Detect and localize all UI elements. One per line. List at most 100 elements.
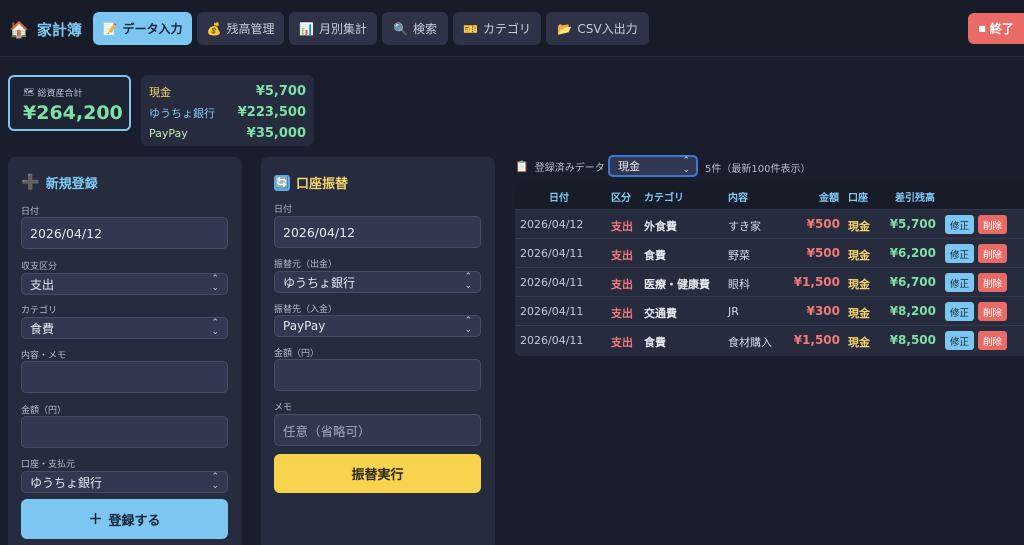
row-date: 2026/04/12 bbox=[520, 218, 584, 231]
tab-label: CSV入出力 bbox=[577, 22, 638, 36]
row-category: 外食費 bbox=[644, 220, 677, 233]
memo-label: 内容・メモ bbox=[21, 351, 67, 361]
tab-monthly[interactable]: 📊 月別集計 bbox=[289, 12, 377, 45]
memo-input[interactable] bbox=[21, 361, 228, 393]
transfer-amount-input[interactable] bbox=[274, 359, 481, 391]
tab-label: 検索 bbox=[412, 22, 437, 36]
money-bag-icon: 💰 bbox=[206, 21, 222, 36]
refresh-icon: 🔄 bbox=[274, 174, 290, 191]
date-label: 日付 bbox=[274, 205, 293, 215]
tab-csv[interactable]: 📂 CSV入出力 bbox=[546, 12, 649, 45]
row-balance: ¥6,200 bbox=[889, 246, 936, 260]
tab-category[interactable]: 🎫 カテゴリ bbox=[453, 12, 541, 45]
account-label: 口座・支払元 bbox=[21, 460, 76, 470]
category-select-value: 食費 bbox=[30, 321, 55, 336]
stop-icon: ■ bbox=[978, 24, 986, 33]
delete-button[interactable]: 削除 bbox=[978, 215, 1007, 234]
map-icon: 🗺 bbox=[23, 87, 35, 98]
new-entry-panel: ➕ 新規登録 日付 2026/04/12 収支区分 支出 ⌃ ⌄ カテゴリ 食費 … bbox=[8, 157, 242, 545]
from-label: 振替元（出金） bbox=[274, 260, 338, 270]
select-arrows-icon: ⌃ ⌄ bbox=[682, 156, 690, 175]
tab-label: データ入力 bbox=[122, 22, 183, 36]
delete-button[interactable]: 削除 bbox=[978, 244, 1007, 263]
column-date: 日付 bbox=[549, 193, 569, 204]
delete-button[interactable]: 削除 bbox=[978, 302, 1007, 321]
transfer-date-input[interactable]: 2026/04/12 bbox=[274, 216, 481, 248]
records-heading-text: 登録済みデータ bbox=[534, 162, 605, 174]
select-arrows-icon: ⌃ ⌄ bbox=[211, 274, 219, 293]
edit-button[interactable]: 修正 bbox=[945, 215, 974, 234]
delete-button[interactable]: 削除 bbox=[978, 273, 1007, 292]
edit-button[interactable]: 修正 bbox=[945, 302, 974, 321]
table-row: 2026/04/12 支出 外食費 すき家 ¥500 現金 ¥5,700 修正 … bbox=[515, 209, 1024, 238]
account-balance: ¥5,700 bbox=[255, 84, 306, 99]
account-row-bank: ゆうちょ銀行 ¥223,500 bbox=[149, 102, 306, 123]
house-icon: 🏠 bbox=[9, 19, 29, 39]
transfer-from-select[interactable]: ゆうちょ銀行 ⌃ ⌄ bbox=[274, 271, 481, 293]
account-balance: ¥35,000 bbox=[246, 126, 306, 141]
row-account: 現金 bbox=[848, 278, 870, 291]
row-balance: ¥8,500 bbox=[889, 333, 936, 347]
new-entry-title-text: 新規登録 bbox=[45, 177, 98, 192]
select-arrows-icon: ⌃ ⌄ bbox=[464, 272, 472, 291]
account-row-paypay: PayPay ¥35,000 bbox=[149, 123, 306, 144]
row-balance: ¥8,200 bbox=[889, 304, 936, 318]
category-select[interactable]: 食費 ⌃ ⌄ bbox=[21, 317, 228, 339]
amount-label: 金額（円） bbox=[21, 406, 67, 416]
table-row: 2026/04/11 支出 食費 食材購入 ¥1,500 現金 ¥8,500 修… bbox=[515, 325, 1024, 354]
tab-data-entry[interactable]: 📝 データ入力 bbox=[93, 12, 192, 45]
column-account: 口座 bbox=[848, 193, 868, 204]
memo-label: メモ bbox=[274, 403, 293, 413]
transfer-title-text: 口座振替 bbox=[296, 177, 349, 192]
table-row: 2026/04/11 支出 交通費 JR ¥300 現金 ¥8,200 修正 削… bbox=[515, 296, 1024, 325]
row-date: 2026/04/11 bbox=[520, 276, 584, 289]
row-memo: 野菜 bbox=[728, 249, 750, 262]
records-table: 日付 区分 カテゴリ 内容 金額 口座 差引残高 2026/04/12 支出 外… bbox=[515, 181, 1024, 356]
account-name: PayPay bbox=[149, 127, 188, 140]
select-arrows-icon: ⌃ ⌄ bbox=[464, 316, 472, 335]
type-select[interactable]: 支出 ⌃ ⌄ bbox=[21, 273, 228, 295]
column-category: カテゴリ bbox=[644, 193, 684, 204]
column-balance: 差引残高 bbox=[895, 193, 935, 204]
row-amount: ¥300 bbox=[806, 304, 840, 318]
transfer-panel: 🔄 口座振替 日付 2026/04/12 振替元（出金） ゆうちょ銀行 ⌃ ⌄ 振… bbox=[261, 157, 495, 545]
records-heading: 📋 登録済みデータ bbox=[515, 155, 605, 177]
account-select[interactable]: ゆうちょ銀行 ⌃ ⌄ bbox=[21, 471, 228, 493]
total-assets-label: 🗺 総資産合計 bbox=[23, 86, 129, 100]
delete-button[interactable]: 削除 bbox=[978, 331, 1007, 350]
row-date: 2026/04/11 bbox=[520, 334, 584, 347]
table-row: 2026/04/11 支出 食費 野菜 ¥500 現金 ¥6,200 修正 削除 bbox=[515, 238, 1024, 267]
amount-input[interactable] bbox=[21, 416, 228, 448]
total-assets-value: ¥264,200 bbox=[23, 102, 123, 124]
select-arrows-icon: ⌃ ⌄ bbox=[211, 318, 219, 337]
edit-button[interactable]: 修正 bbox=[945, 273, 974, 292]
account-filter-value: 現金 bbox=[618, 160, 640, 173]
exit-button[interactable]: ■ 終了 bbox=[968, 13, 1024, 44]
table-header: 日付 区分 カテゴリ 内容 金額 口座 差引残高 bbox=[515, 181, 1024, 209]
tab-search[interactable]: 🔍 検索 bbox=[382, 12, 448, 45]
row-category: 交通費 bbox=[644, 307, 677, 320]
edit-button[interactable]: 修正 bbox=[945, 244, 974, 263]
row-amount: ¥1,500 bbox=[793, 333, 840, 347]
memo-icon: 📝 bbox=[102, 21, 118, 36]
total-assets-card: 🗺 総資産合計 ¥264,200 bbox=[8, 75, 131, 131]
row-account: 現金 bbox=[848, 249, 870, 262]
clipboard-icon: 📋 bbox=[515, 159, 529, 173]
row-amount: ¥500 bbox=[806, 217, 840, 231]
account-filter-select[interactable]: 現金 ⌃ ⌄ bbox=[608, 155, 698, 177]
transfer-to-value: PayPay bbox=[283, 319, 326, 333]
edit-button[interactable]: 修正 bbox=[945, 331, 974, 350]
plus-icon: ＋ bbox=[88, 512, 103, 528]
tab-balance[interactable]: 💰 残高管理 bbox=[197, 12, 284, 45]
folder-icon: 📂 bbox=[557, 21, 573, 36]
app-title: 🏠 家計簿 bbox=[9, 18, 82, 40]
row-type: 支出 bbox=[611, 307, 633, 320]
row-memo: JR bbox=[728, 305, 739, 318]
register-button[interactable]: ＋ 登録する bbox=[21, 499, 228, 539]
amount-label: 金額（円） bbox=[274, 349, 320, 359]
date-input[interactable]: 2026/04/12 bbox=[21, 217, 228, 249]
transfer-to-select[interactable]: PayPay ⌃ ⌄ bbox=[274, 315, 481, 337]
transfer-memo-input[interactable]: 任意（省略可） bbox=[274, 414, 481, 446]
transfer-execute-button[interactable]: 振替実行 bbox=[274, 454, 481, 493]
bar-chart-icon: 📊 bbox=[299, 21, 314, 36]
